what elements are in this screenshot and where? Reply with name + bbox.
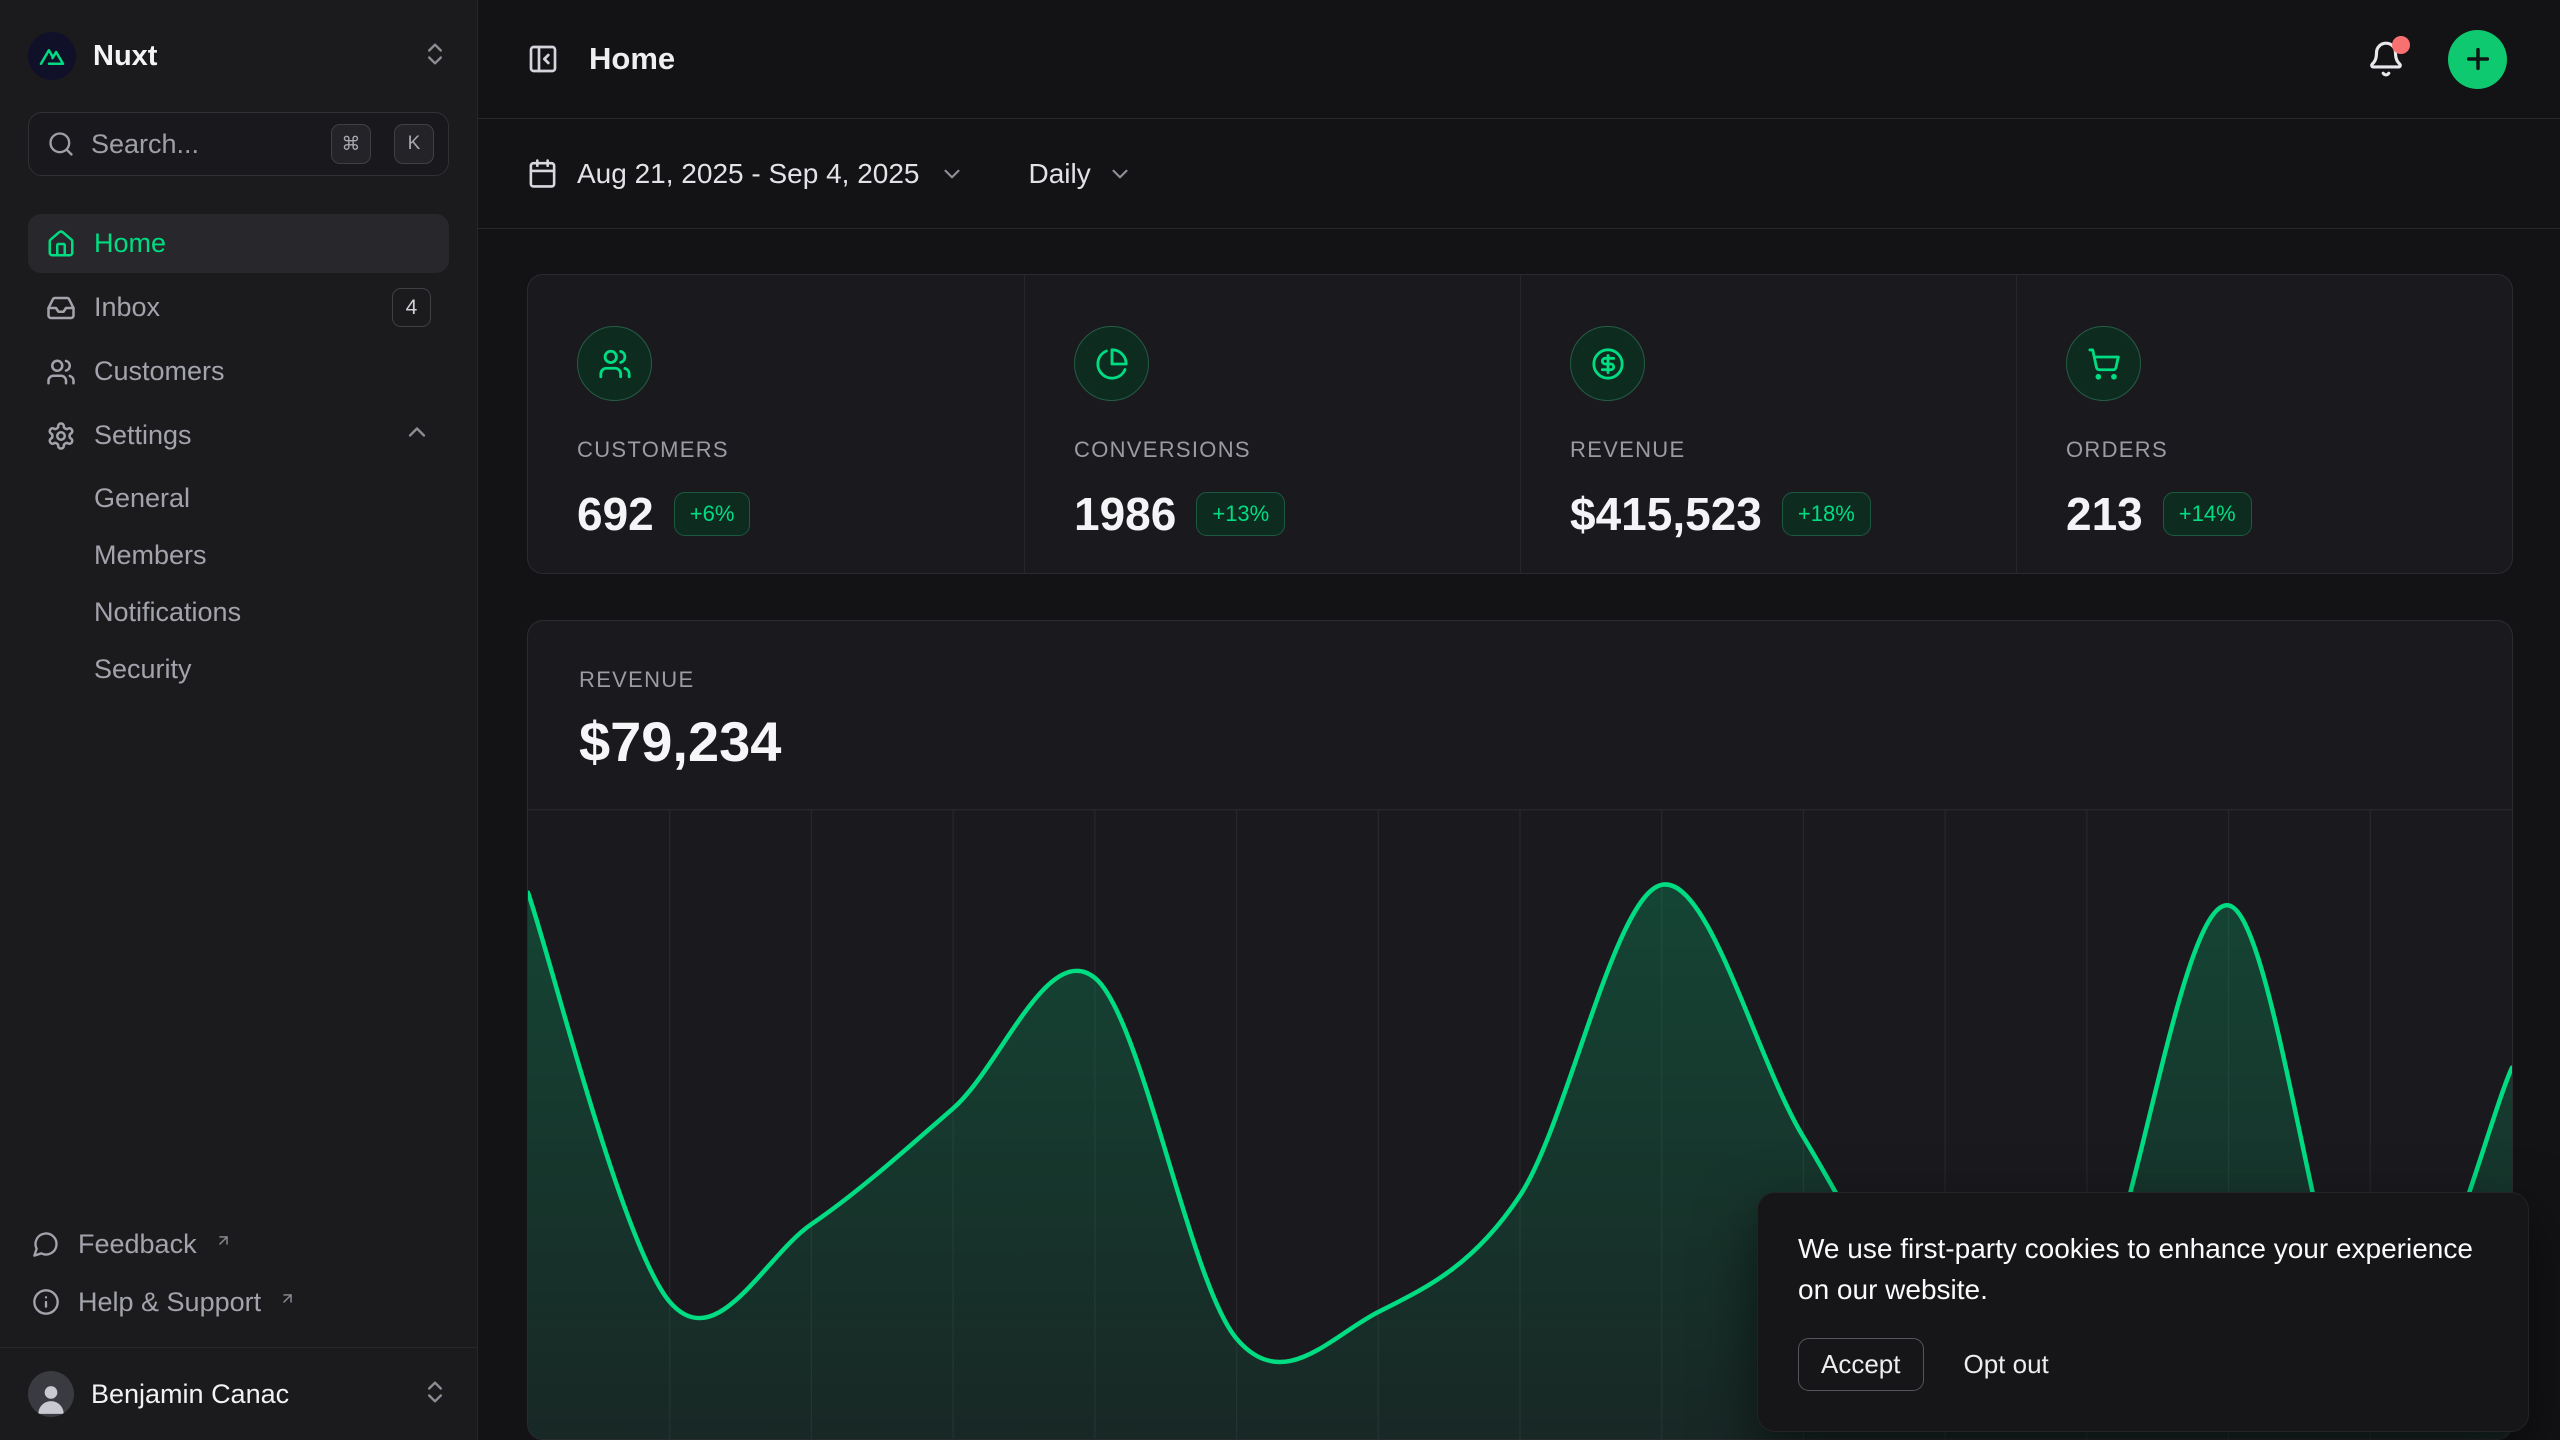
workspace-name: Nuxt bbox=[93, 40, 157, 73]
cookie-banner: We use first-party cookies to enhance yo… bbox=[1757, 1192, 2529, 1432]
stat-revenue[interactable]: REVENUE $415,523 +18% bbox=[1520, 275, 2016, 573]
user-name: Benjamin Canac bbox=[91, 1379, 289, 1410]
sidebar-item-label: Customers bbox=[94, 356, 225, 387]
feedback-label: Feedback bbox=[78, 1229, 197, 1260]
date-range-value: Aug 21, 2025 - Sep 4, 2025 bbox=[577, 158, 920, 190]
stat-label: CONVERSIONS bbox=[1074, 437, 1520, 463]
granularity-value: Daily bbox=[1029, 158, 1091, 190]
chevron-down-icon bbox=[939, 161, 965, 187]
sidebar-item-customers[interactable]: Customers bbox=[28, 342, 449, 401]
chevrons-up-down-icon bbox=[421, 1378, 449, 1411]
sidebar: Nuxt ⌘ K Home bbox=[0, 0, 478, 1440]
stat-value: $415,523 bbox=[1570, 487, 1762, 541]
plus-icon bbox=[2462, 43, 2494, 75]
cookie-actions: Accept Opt out bbox=[1798, 1338, 2488, 1391]
cookie-message: We use first-party cookies to enhance yo… bbox=[1798, 1229, 2488, 1310]
granularity-select[interactable]: Daily bbox=[1029, 158, 1133, 190]
settings-subgroup: General Members Notifications Security bbox=[28, 470, 449, 698]
stat-value: 213 bbox=[2066, 487, 2143, 541]
sub-item-label: Security bbox=[94, 654, 192, 685]
header-actions bbox=[2362, 30, 2507, 89]
page-title: Home bbox=[589, 41, 675, 77]
filter-toolbar: Aug 21, 2025 - Sep 4, 2025 Daily bbox=[478, 119, 2560, 229]
avatar bbox=[28, 1371, 74, 1417]
sidebar-item-security[interactable]: Security bbox=[28, 641, 449, 698]
sub-item-label: Members bbox=[94, 540, 207, 571]
notifications-button[interactable] bbox=[2362, 35, 2410, 83]
sidebar-item-members[interactable]: Members bbox=[28, 527, 449, 584]
app-root: Nuxt ⌘ K Home bbox=[0, 0, 2560, 1440]
sidebar-item-inbox[interactable]: Inbox 4 bbox=[28, 278, 449, 337]
sidebar-item-label: Settings bbox=[94, 420, 192, 451]
sub-item-label: Notifications bbox=[94, 597, 241, 628]
search-input[interactable] bbox=[91, 129, 315, 160]
revenue-chart-label: REVENUE bbox=[579, 667, 2512, 693]
notification-dot bbox=[2392, 36, 2410, 54]
chevron-up-icon bbox=[403, 418, 431, 453]
kbd-k: K bbox=[394, 124, 434, 164]
stat-orders[interactable]: ORDERS 213 +14% bbox=[2016, 275, 2512, 573]
stat-value: 692 bbox=[577, 487, 654, 541]
date-range-picker[interactable]: Aug 21, 2025 - Sep 4, 2025 bbox=[527, 158, 965, 190]
help-support-label: Help & Support bbox=[78, 1287, 261, 1318]
external-link-icon bbox=[279, 1283, 296, 1314]
sub-item-label: General bbox=[94, 483, 190, 514]
message-circle-icon bbox=[32, 1230, 60, 1258]
users-icon bbox=[577, 326, 652, 401]
stat-conversions[interactable]: CONVERSIONS 1986 +13% bbox=[1024, 275, 1520, 573]
help-support-link[interactable]: Help & Support bbox=[28, 1273, 449, 1331]
external-link-icon bbox=[215, 1225, 232, 1256]
sidebar-nav: Home Inbox 4 Customers bbox=[28, 214, 449, 698]
shopping-cart-icon bbox=[2066, 326, 2141, 401]
kbd-meta: ⌘ bbox=[331, 124, 371, 164]
sidebar-item-label: Home bbox=[94, 228, 166, 259]
inbox-count-badge: 4 bbox=[392, 288, 431, 327]
nuxt-logo-icon bbox=[28, 32, 76, 80]
workspace-switcher[interactable]: Nuxt bbox=[28, 30, 449, 82]
sidebar-item-notifications[interactable]: Notifications bbox=[28, 584, 449, 641]
home-icon bbox=[46, 229, 76, 259]
stat-delta-badge: +13% bbox=[1196, 492, 1285, 536]
search-icon bbox=[47, 130, 75, 158]
revenue-chart-value: $79,234 bbox=[579, 709, 2512, 774]
sidebar-item-general[interactable]: General bbox=[28, 470, 449, 527]
sidebar-collapse-button[interactable] bbox=[527, 43, 559, 75]
chevron-down-icon bbox=[1107, 161, 1133, 187]
calendar-icon bbox=[527, 158, 558, 189]
stat-label: CUSTOMERS bbox=[577, 437, 1024, 463]
header: Home bbox=[478, 0, 2560, 119]
stat-delta-badge: +18% bbox=[1782, 492, 1871, 536]
inbox-icon bbox=[46, 293, 76, 323]
feedback-link[interactable]: Feedback bbox=[28, 1215, 449, 1273]
dollar-circle-icon bbox=[1570, 326, 1645, 401]
stat-customers[interactable]: CUSTOMERS 692 +6% bbox=[528, 275, 1024, 573]
chevrons-up-down-icon bbox=[421, 40, 449, 73]
stat-label: REVENUE bbox=[1570, 437, 2016, 463]
panel-left-close-icon bbox=[527, 43, 559, 75]
stat-delta-badge: +14% bbox=[2163, 492, 2252, 536]
stat-delta-badge: +6% bbox=[674, 492, 751, 536]
sidebar-item-settings[interactable]: Settings bbox=[28, 406, 449, 465]
accept-button[interactable]: Accept bbox=[1798, 1338, 1924, 1391]
pie-chart-icon bbox=[1074, 326, 1149, 401]
info-circle-icon bbox=[32, 1288, 60, 1316]
sidebar-item-label: Inbox bbox=[94, 292, 160, 323]
user-menu[interactable]: Benjamin Canac bbox=[28, 1348, 449, 1440]
gear-icon bbox=[46, 421, 76, 451]
users-icon bbox=[46, 357, 76, 387]
stats-card: CUSTOMERS 692 +6% CONVERSIONS 1986 bbox=[527, 274, 2513, 574]
opt-out-button[interactable]: Opt out bbox=[1964, 1349, 2049, 1380]
stat-label: ORDERS bbox=[2066, 437, 2512, 463]
search-input-container[interactable]: ⌘ K bbox=[28, 112, 449, 176]
sidebar-item-home[interactable]: Home bbox=[28, 214, 449, 273]
stat-value: 1986 bbox=[1074, 487, 1176, 541]
add-button[interactable] bbox=[2448, 30, 2507, 89]
sidebar-spacer bbox=[28, 698, 449, 1215]
